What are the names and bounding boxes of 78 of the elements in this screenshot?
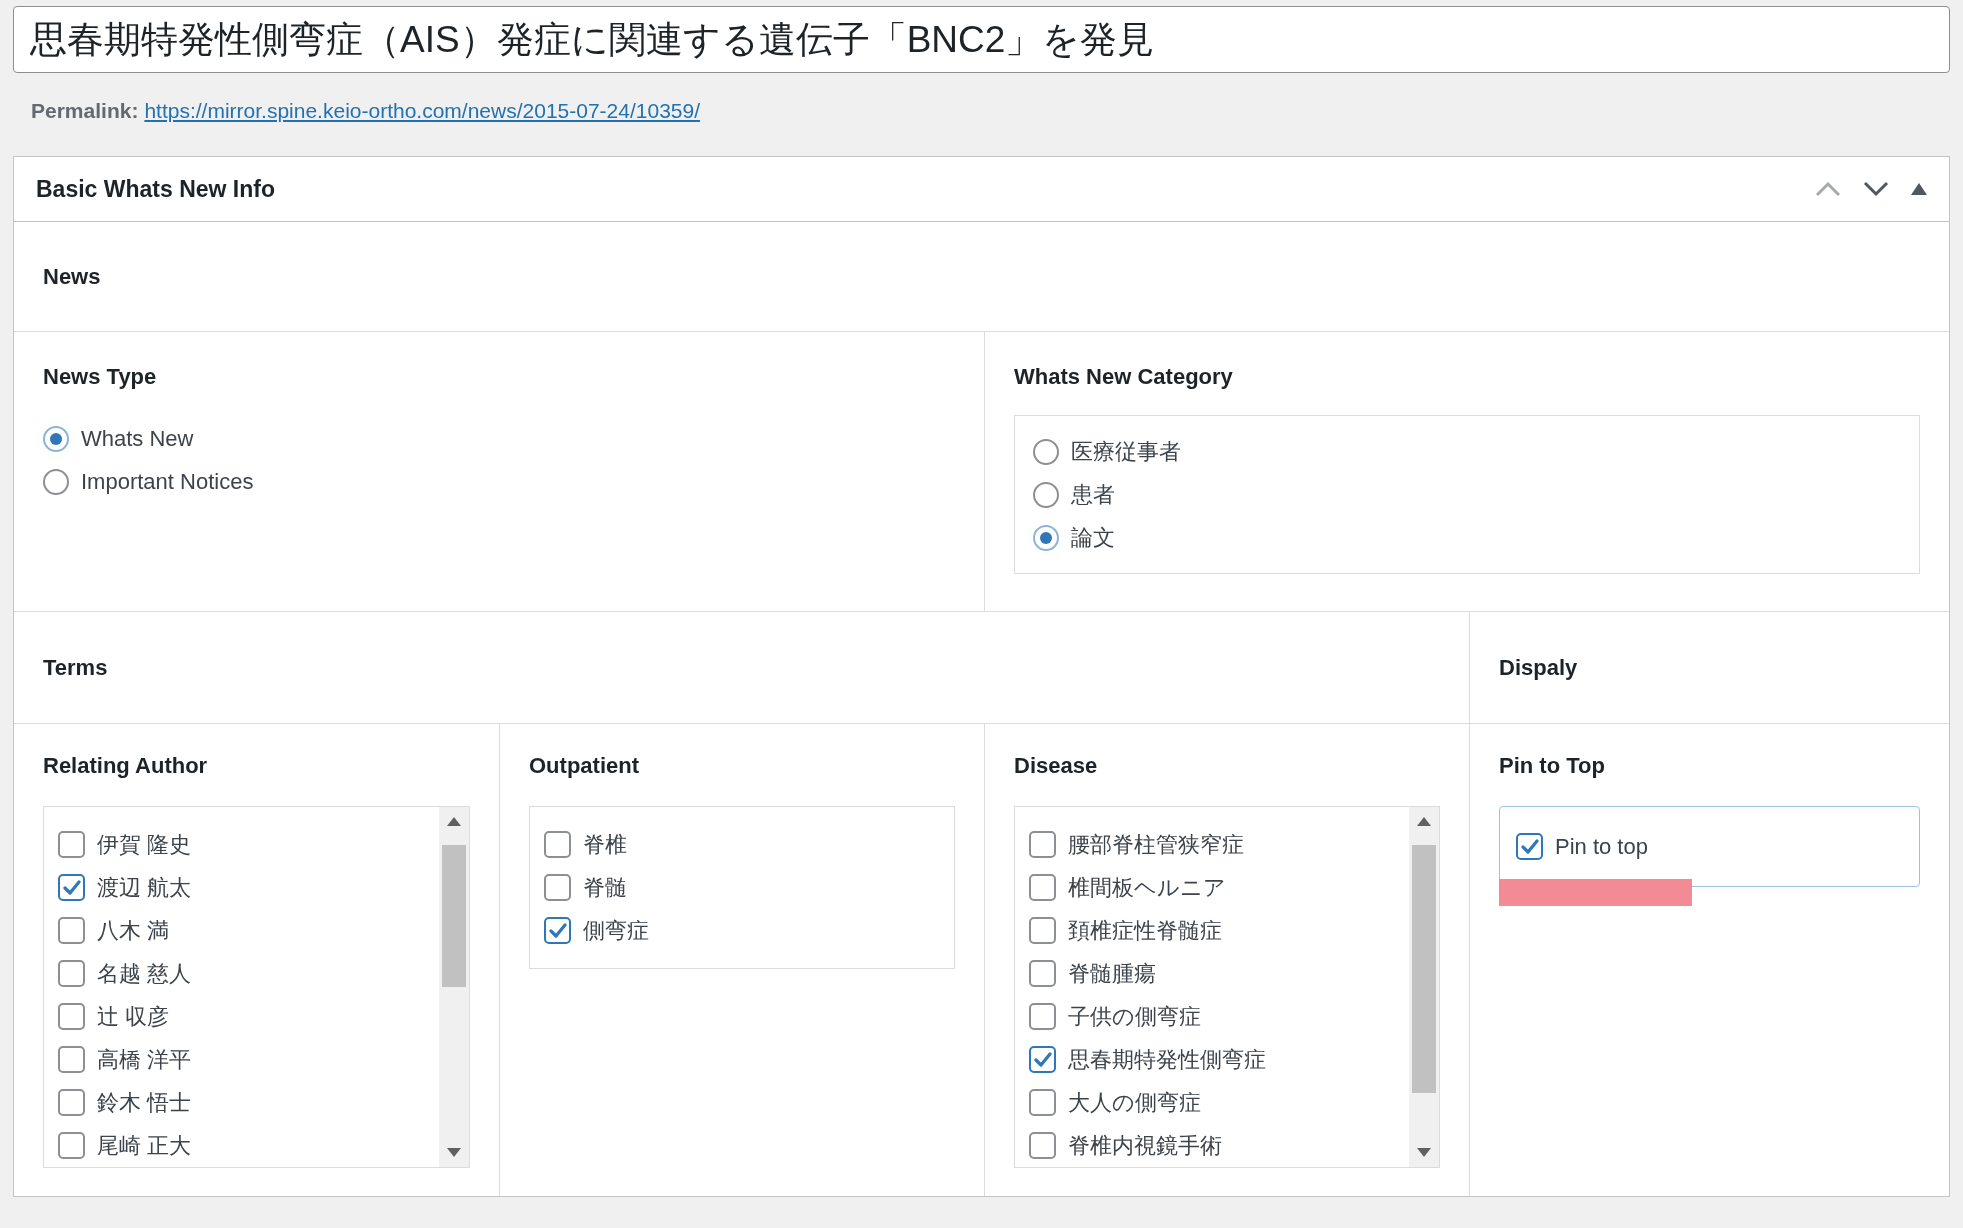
checkmark-icon [548, 922, 567, 939]
checkbox-label: 鈴木 悟士 [97, 1089, 192, 1117]
checkbox-label: 側弯症 [583, 917, 649, 945]
title-field[interactable]: 思春期特発性側弯症（AIS）発症に関連する遺伝子「BNC2」を発見 [13, 6, 1950, 73]
checkbox[interactable] [544, 831, 571, 858]
radio-button[interactable] [1033, 481, 1059, 508]
scrollbar-thumb[interactable] [442, 845, 466, 987]
section-heading: Dispaly [1499, 654, 1578, 682]
scroll-down-icon[interactable] [447, 1148, 461, 1157]
section-heading: Terms [43, 654, 108, 682]
checkbox[interactable] [58, 874, 85, 901]
checkbox-label: 脊髄腫瘍 [1068, 960, 1156, 988]
checkbox[interactable] [1029, 831, 1056, 858]
permalink-label: Permalink: [31, 98, 139, 125]
checkbox[interactable] [1029, 917, 1056, 944]
radio-label: Important Notices [81, 468, 254, 496]
radio-button[interactable] [1033, 438, 1059, 465]
checkbox[interactable] [544, 917, 571, 944]
checkbox[interactable] [1029, 874, 1056, 901]
field-label: Outpatient [529, 752, 640, 780]
checkbox[interactable] [58, 1089, 85, 1116]
checkmark-icon [62, 879, 81, 896]
checkbox-label: 名越 慈人 [97, 960, 192, 988]
radio-button[interactable] [1033, 524, 1059, 551]
checkbox[interactable] [58, 1003, 85, 1030]
checkbox-label: 思春期特発性側弯症 [1068, 1046, 1266, 1074]
checkbox-label: 伊賀 隆史 [97, 831, 192, 859]
checkbox[interactable] [1029, 1046, 1056, 1073]
field-label: News Type [43, 364, 157, 389]
radio-button[interactable] [43, 468, 69, 495]
checkbox-label: 高橋 洋平 [97, 1046, 192, 1074]
checkbox-label: 脊髄 [583, 874, 627, 902]
scroll-up-icon[interactable] [1417, 817, 1431, 826]
checkbox-label: 脊椎内視鏡手術 [1068, 1132, 1222, 1160]
checkbox[interactable] [1029, 1132, 1056, 1159]
checkmark-icon [1520, 838, 1539, 855]
checkbox-label: 尾崎 正大 [97, 1132, 192, 1160]
checkbox[interactable] [1029, 960, 1056, 987]
radio-label: 論文 [1071, 524, 1115, 552]
checkbox-label: 辻 収彦 [97, 1003, 170, 1031]
scrollbar[interactable] [1409, 807, 1439, 1167]
checkbox[interactable] [58, 831, 85, 858]
checkmark-icon [1033, 1051, 1052, 1068]
scroll-down-icon[interactable] [1417, 1148, 1431, 1157]
checkbox[interactable] [1029, 1089, 1056, 1116]
radio-label: 患者 [1071, 481, 1115, 509]
collapse-triangle-icon[interactable] [1911, 183, 1927, 195]
checkbox[interactable] [58, 917, 85, 944]
field-label: Pin to Top [1499, 752, 1606, 780]
checkbox[interactable] [58, 960, 85, 987]
scrollbar[interactable] [439, 807, 469, 1167]
checkbox-label: 椎間板ヘルニア [1068, 874, 1226, 902]
chevron-down-icon[interactable] [1863, 181, 1889, 197]
radio-label: 医療従事者 [1071, 438, 1181, 466]
section-heading: News [43, 263, 101, 291]
field-label: Whats New Category [1014, 364, 1233, 389]
checkbox-label: 脊椎 [583, 831, 627, 859]
checkbox-label: 子供の側弯症 [1068, 1003, 1201, 1031]
checkbox-label: 渡辺 航太 [97, 874, 192, 902]
scroll-up-icon[interactable] [447, 817, 461, 826]
checkbox[interactable] [58, 1046, 85, 1073]
scrollbar-thumb[interactable] [1412, 845, 1436, 1093]
chevron-up-icon[interactable] [1815, 181, 1841, 197]
radio-button[interactable] [43, 425, 69, 452]
permalink-link[interactable]: https://mirror.spine.keio-ortho.com/news/2015-07-24/10359/ [144, 95, 701, 127]
checkbox[interactable] [1516, 833, 1543, 860]
checkbox-label: 腰部脊柱管狭窄症 [1068, 831, 1244, 859]
checkbox-label: 八木 満 [97, 917, 170, 945]
checkbox-label: Pin to top [1555, 833, 1648, 861]
field-label: Relating Author [43, 752, 209, 780]
field-label: Disease [1014, 752, 1099, 780]
checkbox-label: 大人の側弯症 [1068, 1089, 1201, 1117]
checkbox[interactable] [1029, 1003, 1056, 1030]
radio-label: Whats New [81, 425, 194, 453]
checkbox[interactable] [58, 1132, 85, 1159]
checkbox[interactable] [544, 874, 571, 901]
panel-title: Basic Whats New Info [36, 174, 275, 204]
checkbox-label: 頚椎症性脊髄症 [1068, 917, 1222, 945]
